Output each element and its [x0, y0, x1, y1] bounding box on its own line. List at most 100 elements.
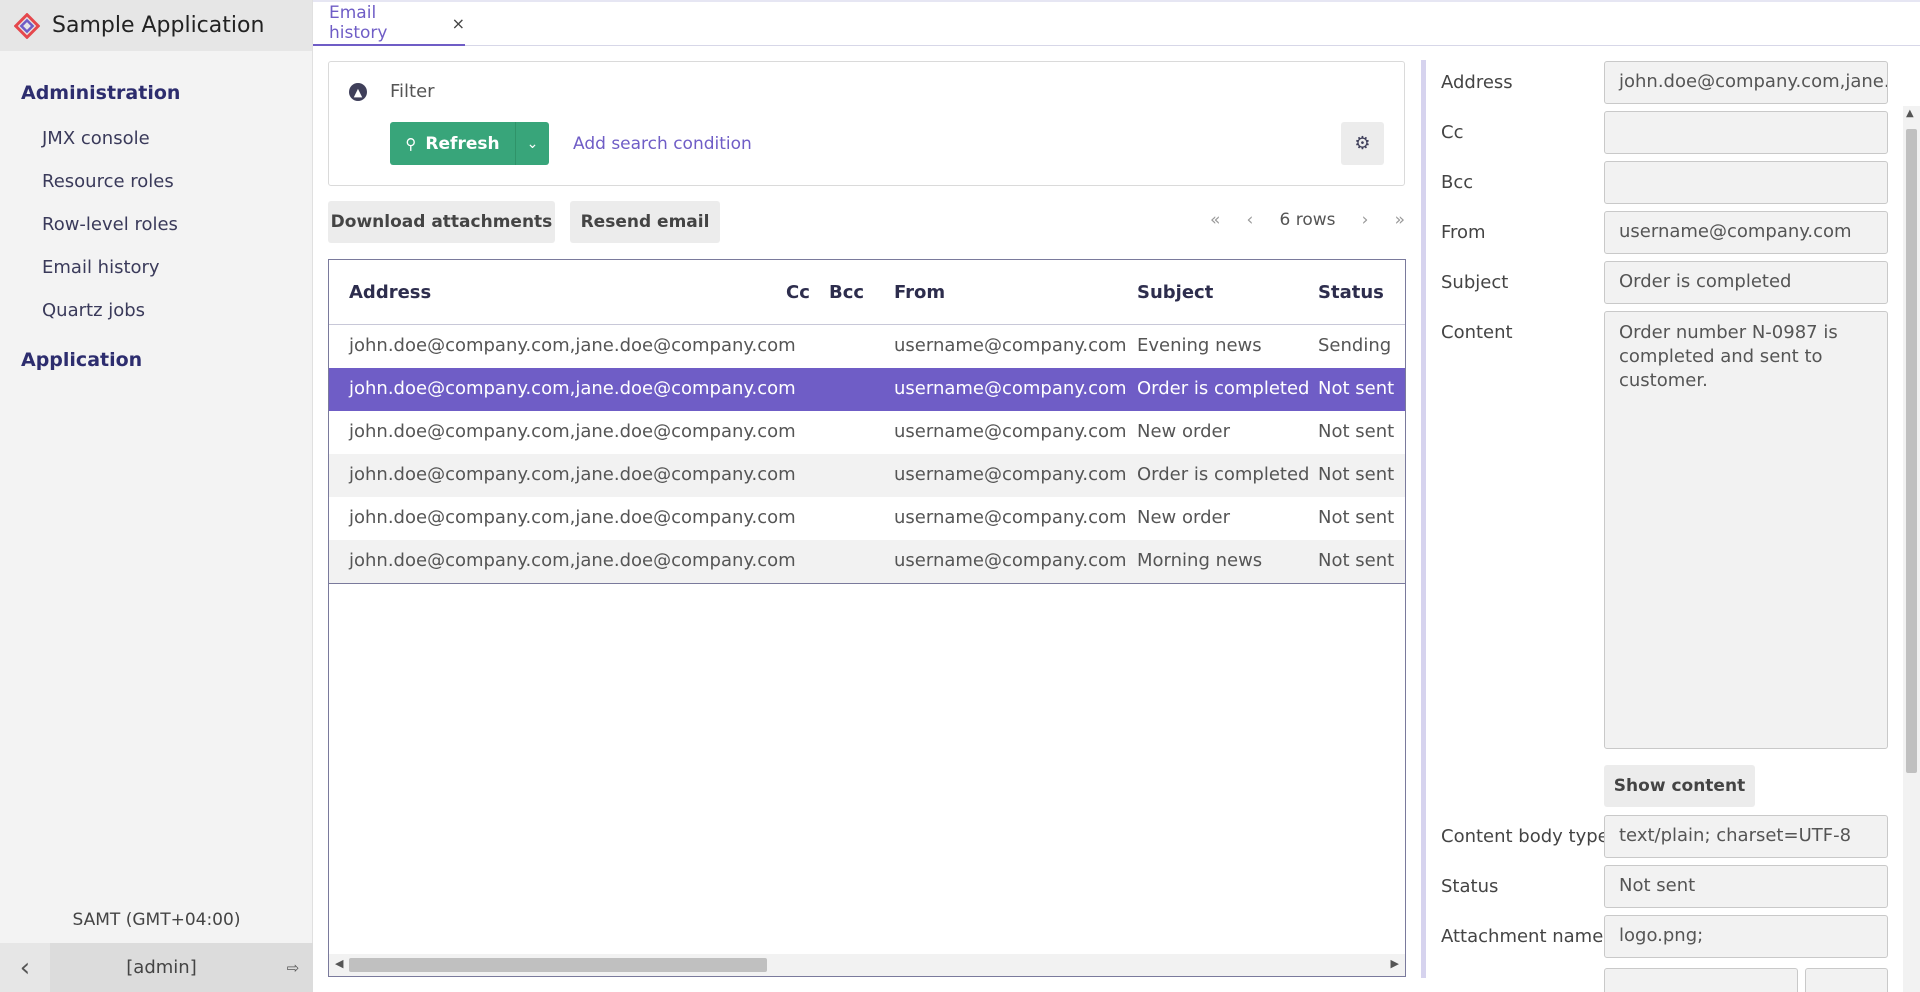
refresh-label: Refresh	[425, 133, 500, 154]
timezone-label: SAMT (GMT+04:00)	[72, 910, 241, 930]
cell-subject: Morning news	[1137, 550, 1263, 571]
from-label: From	[1441, 222, 1486, 243]
table-row[interactable]: john.doe@company.com,jane.doe@company.co…	[329, 497, 1405, 540]
cell-subject: New order	[1137, 507, 1230, 528]
refresh-dropdown-button[interactable]: ⌄	[515, 122, 549, 165]
show-content-button[interactable]: Show content	[1604, 765, 1755, 807]
table-row[interactable]: john.doe@company.com,jane.doe@company.co…	[329, 540, 1405, 583]
attachment-names-field[interactable]: logo.png;	[1604, 915, 1888, 958]
refresh-button[interactable]: ⚲ Refresh	[390, 122, 515, 165]
tab-label: Email history	[329, 3, 388, 43]
cell-status: Not sent	[1318, 464, 1395, 485]
pagination: « ‹ 6 rows › »	[1210, 210, 1405, 230]
cell-subject: Order is completed	[1137, 378, 1310, 399]
chevron-down-icon: ⌄	[526, 135, 539, 152]
column-header-address[interactable]: Address	[349, 282, 431, 303]
cell-address: john.doe@company.com,jane.doe@company.co…	[349, 378, 796, 399]
menu-group-application[interactable]: Application	[0, 336, 312, 384]
cell-address: john.doe@company.com,jane.doe@company.co…	[349, 464, 796, 485]
app-logo-icon	[14, 12, 40, 39]
time-field[interactable]	[1805, 968, 1888, 992]
collapse-sidebar-button[interactable]: ‹	[0, 943, 50, 992]
cell-status: Not sent	[1318, 421, 1395, 442]
content-body-type-field[interactable]: text/plain; charset=UTF-8	[1604, 815, 1888, 858]
column-header-subject[interactable]: Subject	[1137, 282, 1213, 303]
logout-icon[interactable]: ⇨	[273, 959, 313, 977]
prev-page-icon[interactable]: ‹	[1247, 210, 1254, 230]
cell-subject: Evening news	[1137, 335, 1262, 356]
tab-email-history[interactable]: Email history ×	[313, 2, 465, 46]
add-search-condition-link[interactable]: Add search condition	[573, 134, 752, 154]
table-row[interactable]: john.doe@company.com,jane.doe@company.co…	[329, 454, 1405, 497]
cc-field[interactable]	[1604, 111, 1888, 154]
next-page-icon[interactable]: ›	[1362, 210, 1369, 230]
menu-item-quartz-jobs[interactable]: Quartz jobs	[0, 289, 312, 332]
cell-address: john.doe@company.com,jane.doe@company.co…	[349, 550, 796, 571]
chevron-left-icon: ‹	[19, 952, 31, 983]
resend-email-button[interactable]: Resend email	[570, 201, 720, 243]
sidebar-menu: Administration JMX console Resource role…	[0, 51, 312, 384]
gear-icon: ⚙	[1354, 133, 1371, 154]
bcc-label: Bcc	[1441, 172, 1474, 193]
first-page-icon[interactable]: «	[1210, 210, 1220, 230]
last-page-icon[interactable]: »	[1395, 210, 1405, 230]
chevron-up-icon[interactable]: ▲	[349, 83, 367, 101]
menu-item-resource-roles[interactable]: Resource roles	[0, 160, 312, 203]
user-name[interactable]: [admin]	[50, 957, 273, 978]
scrollbar-thumb[interactable]	[1906, 129, 1917, 773]
menu-item-row-level-roles[interactable]: Row-level roles	[0, 203, 312, 246]
scrollbar-thumb[interactable]	[349, 958, 767, 972]
refresh-button-group: ⚲ Refresh ⌄	[390, 122, 549, 165]
cell-subject: New order	[1137, 421, 1230, 442]
subject-field[interactable]: Order is completed	[1604, 261, 1888, 304]
sidebar: Sample Application Administration JMX co…	[0, 0, 313, 992]
sidebar-footer: ‹ [admin] ⇨	[0, 943, 313, 992]
table-body: john.doe@company.com,jane.doe@company.co…	[329, 325, 1405, 584]
column-header-from[interactable]: From	[894, 282, 945, 303]
table-row[interactable]: john.doe@company.com,jane.doe@company.co…	[329, 325, 1405, 368]
from-field[interactable]: username@company.com	[1604, 211, 1888, 254]
content-body-type-label: Content body type	[1441, 826, 1609, 847]
app-title: Sample Application	[52, 13, 265, 38]
table-header: Address Cc Bcc From Subject Status	[329, 260, 1405, 325]
cell-from: username@company.com	[894, 421, 1127, 442]
cell-status: Sending	[1318, 335, 1392, 356]
content-textarea[interactable]: Order number N-0987 is completed and sen…	[1604, 311, 1888, 749]
bcc-field[interactable]	[1604, 161, 1888, 204]
address-field[interactable]: john.doe@company.com,jane.doe@company.co…	[1604, 61, 1888, 104]
filter-label: Filter	[390, 81, 435, 102]
cell-status: Not sent	[1318, 378, 1395, 399]
subject-label: Subject	[1441, 272, 1509, 293]
table-row[interactable]: john.doe@company.com,jane.doe@company.co…	[329, 411, 1405, 454]
status-field[interactable]: Not sent	[1604, 865, 1888, 908]
cc-label: Cc	[1441, 122, 1464, 143]
column-header-cc[interactable]: Cc	[786, 282, 810, 303]
attachment-names-label: Attachment names	[1441, 926, 1613, 947]
scroll-up-icon[interactable]: ▲	[1906, 108, 1914, 119]
date-field[interactable]	[1604, 968, 1798, 992]
cell-status: Not sent	[1318, 507, 1395, 528]
table-row[interactable]: john.doe@company.com,jane.doe@company.co…	[329, 368, 1405, 411]
menu-item-jmx-console[interactable]: JMX console	[0, 117, 312, 160]
filter-panel: ▲ Filter ⚲ Refresh ⌄ Add search conditio…	[328, 61, 1405, 186]
filter-settings-button[interactable]: ⚙	[1341, 122, 1384, 165]
download-attachments-button[interactable]: Download attachments	[328, 201, 555, 243]
menu-group-administration[interactable]: Administration	[0, 69, 312, 117]
horizontal-scrollbar[interactable]: ◀ ▶	[329, 954, 1405, 976]
sidebar-header: Sample Application	[0, 0, 312, 51]
menu-item-email-history[interactable]: Email history	[0, 246, 312, 289]
vertical-scrollbar[interactable]: ▲ ▼	[1903, 106, 1920, 992]
tab-close-icon[interactable]: ×	[452, 14, 465, 33]
column-header-bcc[interactable]: Bcc	[829, 282, 864, 303]
email-history-table: Address Cc Bcc From Subject Status john.…	[328, 259, 1406, 977]
scroll-left-icon[interactable]: ◀	[335, 957, 343, 970]
column-header-status[interactable]: Status	[1318, 282, 1384, 303]
cell-status: Not sent	[1318, 550, 1395, 571]
content-label: Content	[1441, 322, 1513, 343]
cell-address: john.doe@company.com,jane.doe@company.co…	[349, 335, 796, 356]
cell-address: john.doe@company.com,jane.doe@company.co…	[349, 421, 796, 442]
scroll-right-icon[interactable]: ▶	[1391, 957, 1399, 970]
cell-from: username@company.com	[894, 378, 1127, 399]
cell-address: john.doe@company.com,jane.doe@company.co…	[349, 507, 796, 528]
address-label: Address	[1441, 72, 1513, 93]
